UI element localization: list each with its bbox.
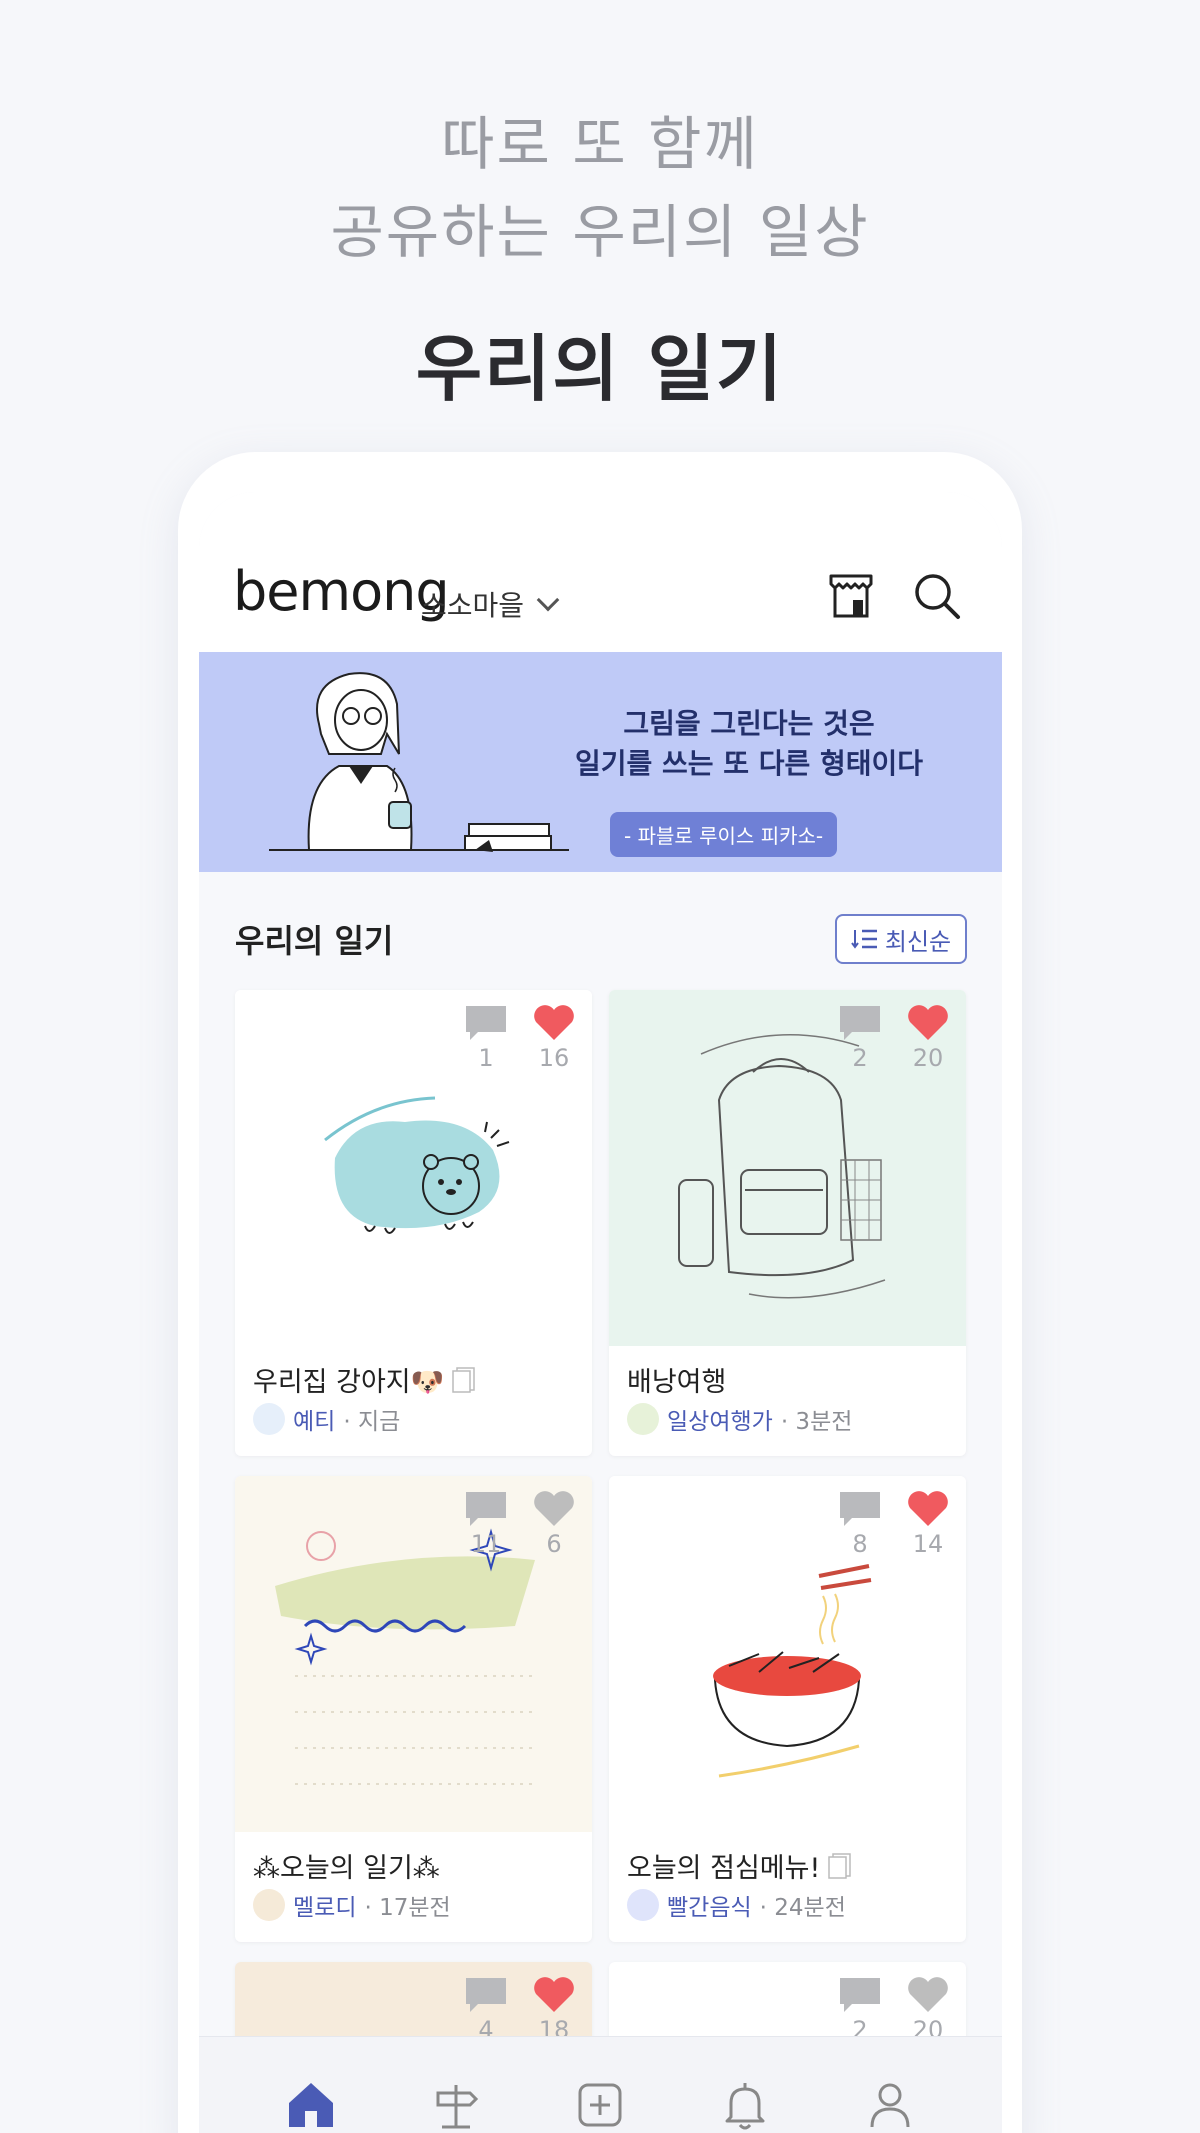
heart-icon[interactable]	[906, 1976, 950, 2014]
post-time: · 17분전	[364, 1895, 451, 1921]
section-title: 우리의 일기	[235, 922, 394, 960]
village-selector[interactable]: 소소마을	[421, 584, 560, 624]
promo-line-2: 공유하는 우리의 일상	[330, 198, 870, 266]
search-icon[interactable]	[911, 570, 963, 622]
banner-quote: 그림을 그린다는 것은 일기를 쓰는 또 다른 형태이다	[529, 704, 969, 784]
comment-icon[interactable]	[464, 1004, 508, 1042]
card-title-text: ⁂오늘의 일기⁂	[253, 1853, 440, 1884]
card-meta: 빨간음식 · 24분전	[627, 1888, 846, 1922]
heart-icon[interactable]	[906, 1490, 950, 1528]
diary-card[interactable]: 8 14 오늘의 점심메뉴! 빨간음식 · 24분전	[609, 1476, 966, 1942]
like-count: 14	[912, 1530, 944, 1558]
comment-count: 11	[470, 1530, 502, 1558]
signpost-icon[interactable]	[428, 2077, 484, 2133]
sort-label: 최신순	[884, 927, 952, 956]
comment-icon[interactable]	[838, 1976, 882, 2014]
sort-button[interactable]: 최신순	[835, 914, 967, 964]
card-title-text: 배낭여행	[627, 1367, 727, 1398]
chevron-down-icon	[536, 588, 560, 612]
bottom-tab-bar	[199, 2036, 1002, 2133]
heart-icon[interactable]	[532, 1490, 576, 1528]
card-title: 오늘의 점심메뉴!	[627, 1846, 852, 1885]
pages-icon	[828, 1852, 852, 1879]
author-name[interactable]: 빨간음식	[667, 1888, 752, 1922]
heart-icon[interactable]	[532, 1976, 576, 2014]
comment-count: 2	[852, 1044, 868, 1072]
sort-icon	[851, 929, 877, 949]
card-meta: 일상여행가 · 3분전	[627, 1402, 852, 1436]
bell-icon[interactable]	[717, 2077, 773, 2133]
comment-icon[interactable]	[838, 1004, 882, 1042]
add-icon[interactable]	[572, 2077, 628, 2133]
avatar[interactable]	[627, 1403, 659, 1435]
author-name[interactable]: 예티	[293, 1402, 335, 1436]
quote-line-2: 일기를 쓰는 또 다른 형태이다	[574, 747, 924, 780]
author-name[interactable]: 일상여행가	[667, 1402, 773, 1436]
avatar[interactable]	[253, 1889, 285, 1921]
store-icon[interactable]	[825, 570, 877, 622]
heart-icon[interactable]	[532, 1004, 576, 1042]
comment-count: 8	[852, 1530, 868, 1558]
promo-line-1: 따로 또 함께	[441, 110, 759, 178]
card-counts: 8 14	[836, 1490, 952, 1558]
app-bar: bemong 소소마을	[199, 492, 1002, 652]
like-count: 20	[912, 1044, 944, 1072]
card-meta: 멜로디 · 17분전	[253, 1888, 451, 1922]
card-counts: 11 6	[462, 1490, 578, 1558]
village-name: 소소마을	[421, 589, 525, 622]
like-count: 6	[546, 1530, 562, 1558]
author-name[interactable]: 멜로디	[293, 1888, 356, 1922]
card-counts: 2 20	[836, 1004, 952, 1072]
profile-icon[interactable]	[862, 2077, 918, 2133]
quote-author-badge: - 파블로 루이스 피카소-	[610, 812, 838, 857]
comment-icon[interactable]	[838, 1490, 882, 1528]
quote-line-1: 그림을 그린다는 것은	[623, 707, 875, 740]
promo-title: 우리의 일기	[415, 327, 785, 411]
home-icon[interactable]	[283, 2077, 339, 2133]
quote-banner[interactable]: 그림을 그린다는 것은 일기를 쓰는 또 다른 형태이다 - 파블로 루이스 피…	[199, 652, 1002, 872]
card-meta: 예티 · 지금	[253, 1402, 400, 1436]
card-title: 배낭여행	[627, 1360, 726, 1399]
avatar[interactable]	[253, 1403, 285, 1435]
comment-icon[interactable]	[464, 1976, 508, 2014]
promo-subtitle: 따로 또 함께 공유하는 우리의 일상	[0, 100, 1200, 276]
card-title-text: 오늘의 점심메뉴!	[627, 1853, 821, 1884]
heart-icon[interactable]	[906, 1004, 950, 1042]
post-time: · 24분전	[759, 1895, 846, 1921]
card-counts: 1 16	[462, 1004, 578, 1072]
comment-count: 1	[478, 1044, 494, 1072]
app-screen: bemong 소소마을 그림을 그린다는 것은 일기를 쓰는 또 다른 형태이다…	[199, 492, 1002, 2133]
diary-card[interactable]: 1 16 우리집 강아지🐶 예티 · 지금	[235, 990, 592, 1456]
app-logo[interactable]: bemong	[233, 560, 450, 623]
card-title: 우리집 강아지🐶	[253, 1360, 476, 1399]
card-counts: 4 18	[462, 1976, 578, 2044]
diary-card[interactable]: 11 6 ⁂오늘의 일기⁂ 멜로디 · 17분전	[235, 1476, 592, 1942]
avatar[interactable]	[627, 1889, 659, 1921]
pages-icon	[452, 1366, 475, 1393]
card-counts: 2 20	[836, 1976, 952, 2044]
diary-card[interactable]: 2 20 배낭여행 일상여행가 · 3분전	[609, 990, 966, 1456]
post-time: · 지금	[343, 1409, 401, 1435]
like-count: 16	[538, 1044, 570, 1072]
card-title-text: 우리집 강아지🐶	[253, 1367, 445, 1398]
card-title: ⁂오늘의 일기⁂	[253, 1846, 440, 1885]
post-time: · 3분전	[780, 1409, 853, 1435]
comment-icon[interactable]	[464, 1490, 508, 1528]
